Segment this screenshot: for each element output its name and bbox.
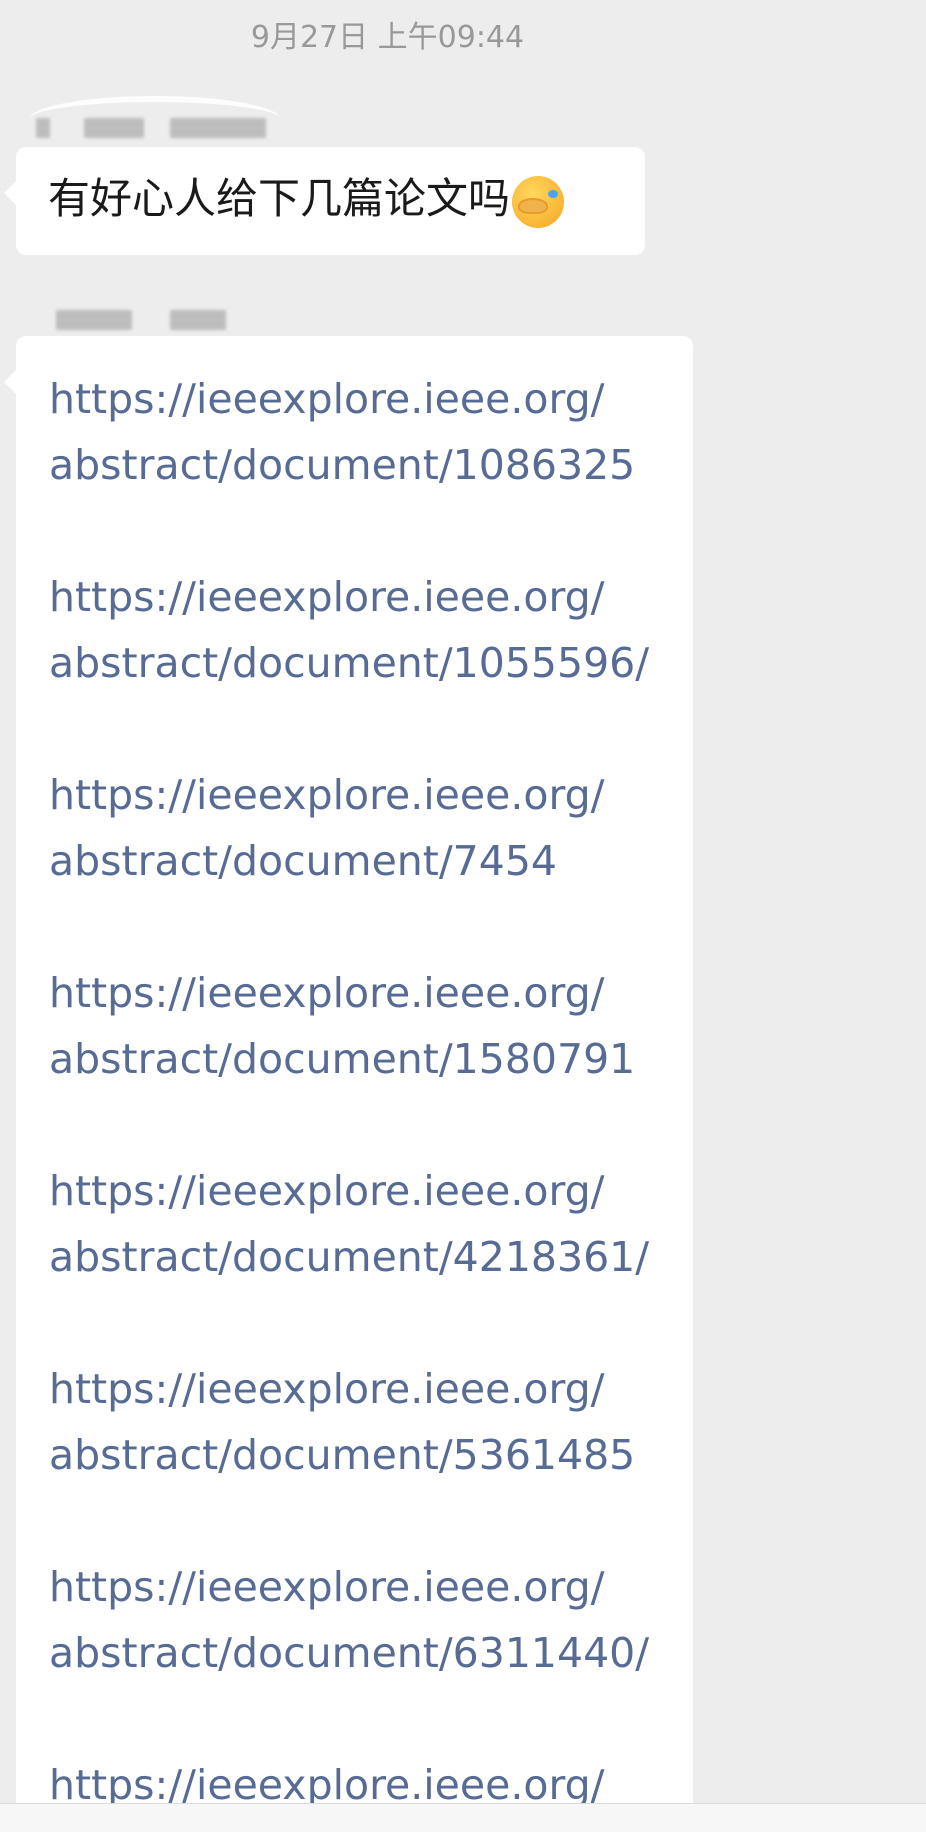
link-line-2[interactable]: abstract/document/6311440/ [49, 1620, 693, 1686]
link-line-2[interactable]: abstract/document/1580791 [49, 1026, 693, 1092]
link-item[interactable]: https://ieeexplore.ieee.org/ abstract/do… [49, 564, 693, 696]
link-item[interactable]: https://ieeexplore.ieee.org/ abstract/do… [49, 1158, 693, 1290]
link-item[interactable]: https://ieeexplore.ieee.org/ abstract/do… [49, 366, 693, 498]
link-line-1[interactable]: https://ieeexplore.ieee.org/ [49, 960, 693, 1026]
bottom-bar [0, 1803, 926, 1832]
link-line-1[interactable]: https://ieeexplore.ieee.org/ [49, 1554, 693, 1620]
chat-timestamp: 9月27日 上午09:44 [250, 20, 525, 55]
message-bubble-links: https://ieeexplore.ieee.org/ abstract/do… [4, 336, 693, 1818]
link-line-1[interactable]: https://ieeexplore.ieee.org/ [49, 564, 693, 630]
message-text: 有好心人给下几篇论文吗 [48, 167, 645, 231]
link-line-2[interactable]: abstract/document/1055596/ [49, 630, 693, 696]
scribble-mark [30, 96, 280, 142]
link-item[interactable]: https://ieeexplore.ieee.org/ abstract/do… [49, 1356, 693, 1488]
link-line-2[interactable]: abstract/document/1086325 [49, 432, 693, 498]
message-bubble-text[interactable]: 有好心人给下几篇论文吗 [4, 147, 645, 255]
link-line-1[interactable]: https://ieeexplore.ieee.org/ [49, 1356, 693, 1422]
link-line-2[interactable]: abstract/document/4218361/ [49, 1224, 693, 1290]
link-line-2[interactable]: abstract/document/5361485 [49, 1422, 693, 1488]
link-line-1[interactable]: https://ieeexplore.ieee.org/ [49, 762, 693, 828]
message-text-content: 有好心人给下几篇论文吗 [48, 174, 511, 223]
link-item[interactable]: https://ieeexplore.ieee.org/ abstract/do… [49, 1554, 693, 1686]
sender-name-blurred-2 [56, 310, 236, 330]
link-line-1[interactable]: https://ieeexplore.ieee.org/ [49, 366, 693, 432]
link-line-1[interactable]: https://ieeexplore.ieee.org/ [49, 1158, 693, 1224]
link-line-2[interactable]: abstract/document/7454 [49, 828, 693, 894]
link-item[interactable]: https://ieeexplore.ieee.org/ abstract/do… [49, 960, 693, 1092]
facepalm-emoji-icon [512, 175, 565, 228]
link-list: https://ieeexplore.ieee.org/ abstract/do… [49, 366, 693, 1818]
link-item[interactable]: https://ieeexplore.ieee.org/ abstract/do… [49, 762, 693, 894]
